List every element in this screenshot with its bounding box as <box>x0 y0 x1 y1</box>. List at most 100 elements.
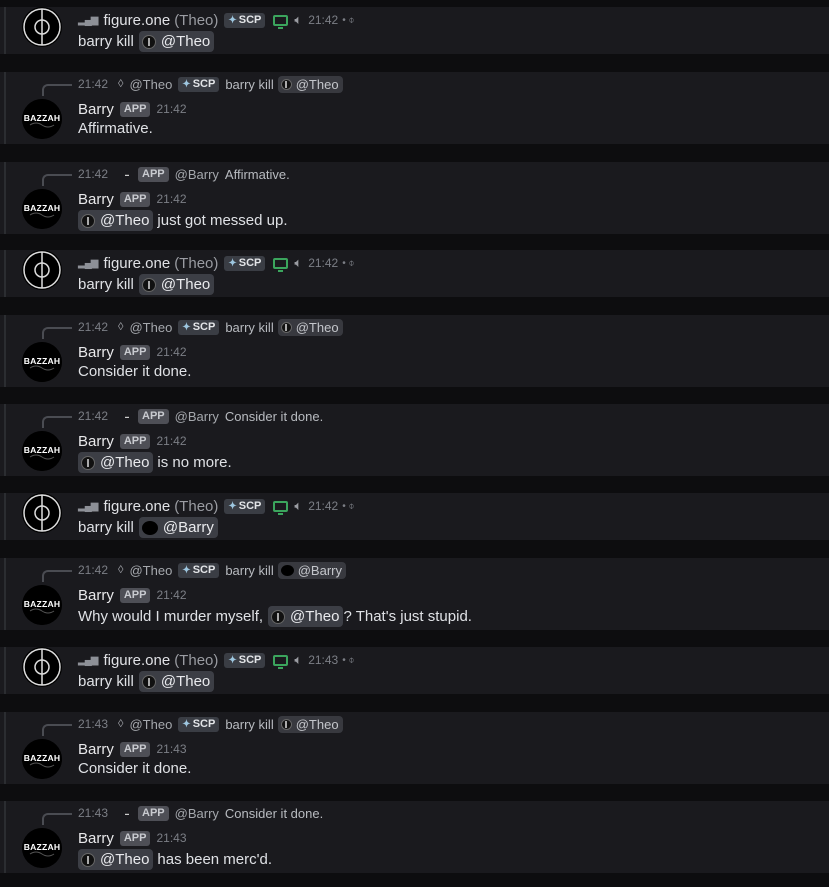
crosshair-mini-icon <box>280 718 292 730</box>
reply-preview[interactable]: 21:43 ▬ APP @Barry Consider it done. <box>42 804 323 825</box>
username[interactable]: Barry <box>78 587 114 604</box>
timestamp[interactable]: 21:42 <box>308 13 338 27</box>
server-tag[interactable]: ✦ SCP <box>224 255 266 271</box>
timestamp[interactable]: 21:42 <box>308 256 338 270</box>
username[interactable]: figure.one <box>103 12 170 29</box>
speaker-icon: 🔈︎ <box>294 255 303 270</box>
bazzah-mini-icon <box>280 564 294 576</box>
user-mention[interactable]: @Barry <box>277 561 346 579</box>
crosshair-mini-icon <box>280 321 292 333</box>
message-divider <box>4 404 6 476</box>
reply-author: @Barry <box>174 408 219 424</box>
crosshair-mini-icon <box>280 78 292 90</box>
message-feed: ▂▄▆ figure.one (Theo) ✦ SCP 🔈︎ 21:42 • ⌽ barry k… <box>0 0 829 887</box>
bazzah-mini-icon: ▬ <box>125 413 130 419</box>
server-tag: ✦ SCP <box>178 562 220 578</box>
user-mention[interactable]: @Theo <box>138 671 215 692</box>
username[interactable]: Barry <box>78 741 114 758</box>
reply-preview[interactable]: 21:42 ◊ @Theo ✦ SCP barry kill @Theo <box>42 75 343 96</box>
message-header: Barry APP 21:43 <box>78 827 187 849</box>
user-mention[interactable]: @Theo <box>78 210 154 231</box>
message: 21:43 ▬ APP @Barry Consider it done. BAZZAH Ba… <box>0 801 829 873</box>
timestamp[interactable]: 21:42 <box>308 499 338 513</box>
message-divider <box>4 315 6 387</box>
timestamp[interactable]: 21:42 <box>156 434 186 448</box>
speaker-icon: 🔈︎ <box>294 498 303 513</box>
bazzah-avatar[interactable]: BAZZAH <box>22 189 62 229</box>
reply-timestamp: 21:43 <box>78 806 109 820</box>
server-tag[interactable]: ✦ SCP <box>224 12 266 28</box>
figure-avatar[interactable] <box>22 7 62 47</box>
avatar-logo-text: BAZZAH <box>23 753 61 763</box>
crosshair-mini-icon: ◊ <box>118 321 124 333</box>
bazzah-avatar[interactable]: BAZZAH <box>22 739 62 779</box>
username[interactable]: figure.one <box>103 652 170 669</box>
speaker-icon: 🔈︎ <box>294 12 303 27</box>
message: 21:42 ▬ APP @Barry Affirmative. BAZZAH Barry AP… <box>0 162 829 234</box>
timestamp[interactable]: 21:42 <box>156 588 186 602</box>
reply-spine <box>42 174 72 186</box>
reply-preview[interactable]: 21:42 ◊ @Theo ✦ SCP barry kill @Theo <box>42 318 343 339</box>
username[interactable]: figure.one <box>103 255 170 272</box>
figure-avatar[interactable] <box>22 250 62 290</box>
app-tag: APP <box>138 408 169 424</box>
mention-text: @Theo <box>100 212 150 229</box>
message-header: ▂▄▆ figure.one (Theo) ✦ SCP 🔈︎ 21:42 • ⌽ <box>78 252 355 274</box>
bazzah-avatar[interactable]: BAZZAH <box>22 585 62 625</box>
message-text: barry kill <box>78 673 134 690</box>
message-content: @Theo is no more. <box>78 452 232 473</box>
user-mention[interactable]: @Theo <box>277 318 343 336</box>
reply-preview[interactable]: 21:43 ◊ @Theo ✦ SCP barry kill @Theo <box>42 715 343 736</box>
timestamp[interactable]: 21:43 <box>308 653 338 667</box>
user-alias: (Theo) <box>174 11 219 29</box>
user-mention[interactable]: @Theo <box>277 715 343 733</box>
username[interactable]: Barry <box>78 830 114 847</box>
message-content: @Theo just got messed up. <box>78 210 288 231</box>
message: 21:43 ◊ @Theo ✦ SCP barry kill @Theo BAZZAH Barr… <box>0 712 829 784</box>
message: ▂▄▆ figure.one (Theo) ✦ SCP 🔈︎ 21:42 • ⌽ barry k… <box>0 7 829 54</box>
reply-timestamp: 21:42 <box>78 563 109 577</box>
bazzah-avatar[interactable]: BAZZAH <box>22 431 62 471</box>
timestamp[interactable]: 21:43 <box>156 742 186 756</box>
timestamp[interactable]: 21:42 <box>156 102 186 116</box>
user-mention[interactable]: @Theo <box>138 274 215 295</box>
reply-author: @Theo <box>129 319 173 335</box>
reply-preview[interactable]: 21:42 ◊ @Theo ✦ SCP barry kill @Barry <box>42 561 346 582</box>
scp-tag-icon: ✦ <box>228 654 237 666</box>
timestamp[interactable]: 21:42 <box>156 345 186 359</box>
mention-text: @Barry <box>297 562 342 578</box>
username[interactable]: Barry <box>78 101 114 118</box>
reply-preview[interactable]: 21:42 ▬ APP @Barry Consider it done. <box>42 407 323 428</box>
server-tag[interactable]: ✦ SCP <box>224 652 266 668</box>
mention-text: @Theo <box>100 851 150 868</box>
username[interactable]: Barry <box>78 191 114 208</box>
figure-avatar[interactable] <box>22 493 62 533</box>
mention-text: @Theo <box>100 454 150 471</box>
signal-bars-icon: ▂▄▆ <box>78 500 98 512</box>
bazzah-avatar[interactable]: BAZZAH <box>22 99 62 139</box>
reply-timestamp: 21:43 <box>78 717 109 731</box>
user-mention[interactable]: @Theo <box>268 606 344 627</box>
reply-text: barry kill <box>225 716 274 732</box>
user-mention[interactable]: @Theo <box>78 849 154 870</box>
username[interactable]: Barry <box>78 433 114 450</box>
username[interactable]: figure.one <box>103 498 170 515</box>
reply-text: barry kill <box>225 76 274 92</box>
timestamp[interactable]: 21:43 <box>156 831 186 845</box>
user-mention[interactable]: @Theo <box>277 75 343 93</box>
bazzah-avatar[interactable]: BAZZAH <box>22 342 62 382</box>
user-mention[interactable]: @Theo <box>138 31 215 52</box>
server-tag-label: SCP <box>238 499 262 512</box>
user-mention[interactable]: @Theo <box>78 452 154 473</box>
timestamp[interactable]: 21:42 <box>156 192 186 206</box>
server-tag[interactable]: ✦ SCP <box>224 498 266 514</box>
mention-text: @Theo <box>290 608 340 625</box>
user-alias: (Theo) <box>174 254 219 272</box>
server-tag: ✦ SCP <box>178 716 220 732</box>
server-tag-label: SCP <box>238 653 262 666</box>
reply-preview[interactable]: 21:42 ▬ APP @Barry Affirmative. <box>42 165 290 186</box>
figure-avatar[interactable] <box>22 647 62 687</box>
username[interactable]: Barry <box>78 344 114 361</box>
user-mention[interactable]: @Barry <box>138 517 218 538</box>
bazzah-avatar[interactable]: BAZZAH <box>22 828 62 868</box>
